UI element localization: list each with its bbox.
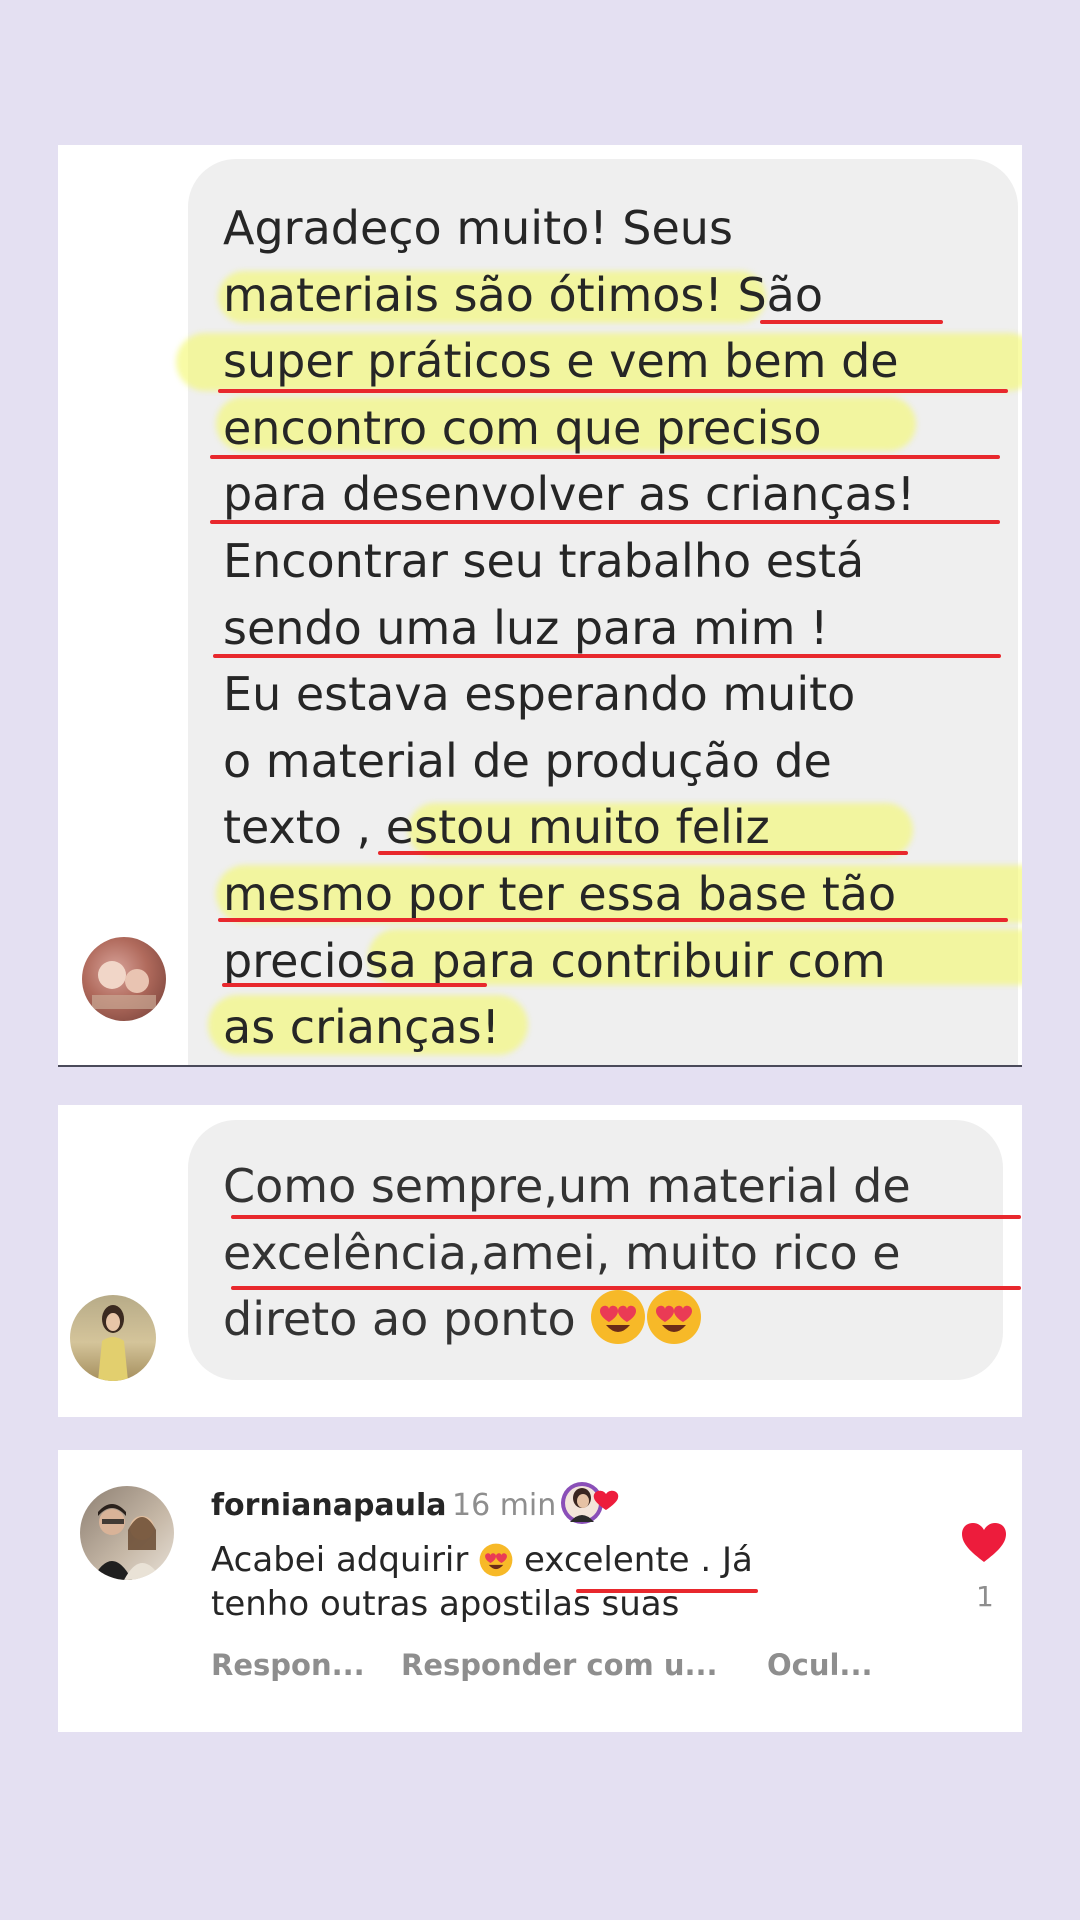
heart-eyes-emoji-icon bbox=[646, 1289, 702, 1345]
creator-heart-badge-icon bbox=[560, 1480, 632, 1526]
message-line: Agradeço muito! Seus bbox=[223, 201, 733, 255]
reply-with-action[interactable]: Responder com u... bbox=[401, 1648, 718, 1682]
message-line: direto ao ponto bbox=[223, 1286, 911, 1353]
red-underline bbox=[231, 1286, 1021, 1290]
red-underline bbox=[576, 1589, 758, 1593]
red-underline bbox=[378, 851, 908, 855]
sender-avatar-2[interactable] bbox=[70, 1295, 156, 1381]
message-line: excelência,amei, muito rico e bbox=[223, 1225, 901, 1280]
red-underline bbox=[231, 1215, 1021, 1219]
comment-text: Acabei adquirir excelente . Já tenho out… bbox=[211, 1538, 753, 1626]
message-line: materiais são ótimos! São bbox=[223, 267, 823, 322]
comment-line-1: Acabei adquirir excelente . Já bbox=[211, 1538, 753, 1582]
message-card-1: Agradeço muito! Seus materiais são ótimo… bbox=[58, 145, 1022, 1067]
message-line: Como sempre,um material de bbox=[223, 1159, 911, 1213]
message-line: para desenvolver as crianças! bbox=[223, 467, 916, 522]
heart-eyes-emoji-icon bbox=[590, 1289, 646, 1345]
red-underline bbox=[222, 983, 487, 987]
message-line: o material de produção de bbox=[223, 733, 832, 788]
comment-card: fornianapaula 16 min Acabei adquirir exc… bbox=[58, 1450, 1022, 1732]
message-card-2: Como sempre,um material de excelência,am… bbox=[58, 1105, 1022, 1417]
message-line: encontro com que preciso bbox=[223, 400, 822, 455]
message-text-1: Agradeço muito! Seus materiais são ótimo… bbox=[223, 195, 915, 1061]
red-underline bbox=[210, 455, 1000, 459]
like-count: 1 bbox=[976, 1580, 994, 1613]
message-line-text: direto ao ponto bbox=[223, 1292, 576, 1347]
comment-timestamp: 16 min bbox=[452, 1488, 557, 1523]
heart-eyes-emoji-icon bbox=[479, 1543, 513, 1577]
message-line: Encontrar seu trabalho está bbox=[223, 533, 865, 588]
reply-action[interactable]: Respon... bbox=[211, 1648, 365, 1682]
red-underline bbox=[213, 654, 1001, 658]
comment-text-part: excelente . Já bbox=[523, 1540, 753, 1580]
comment-text-part: Acabei adquirir bbox=[211, 1540, 469, 1580]
commenter-avatar[interactable] bbox=[80, 1486, 174, 1580]
comment-username[interactable]: fornianapaula bbox=[211, 1488, 447, 1523]
like-heart-icon[interactable] bbox=[961, 1522, 1007, 1564]
message-line: super práticos e vem bem de bbox=[223, 334, 899, 389]
message-line: as crianças! bbox=[223, 1000, 500, 1055]
red-underline bbox=[760, 320, 943, 324]
red-underline bbox=[218, 918, 1008, 922]
message-text-2: Como sempre,um material de excelência,am… bbox=[223, 1153, 911, 1353]
red-underline bbox=[210, 520, 1000, 524]
red-underline bbox=[218, 389, 1008, 393]
hide-action[interactable]: Ocul... bbox=[767, 1648, 872, 1682]
message-line: Eu estava esperando muito bbox=[223, 667, 856, 722]
message-line: sendo uma luz para mim ! bbox=[223, 600, 829, 655]
sender-avatar-1[interactable] bbox=[82, 937, 166, 1021]
